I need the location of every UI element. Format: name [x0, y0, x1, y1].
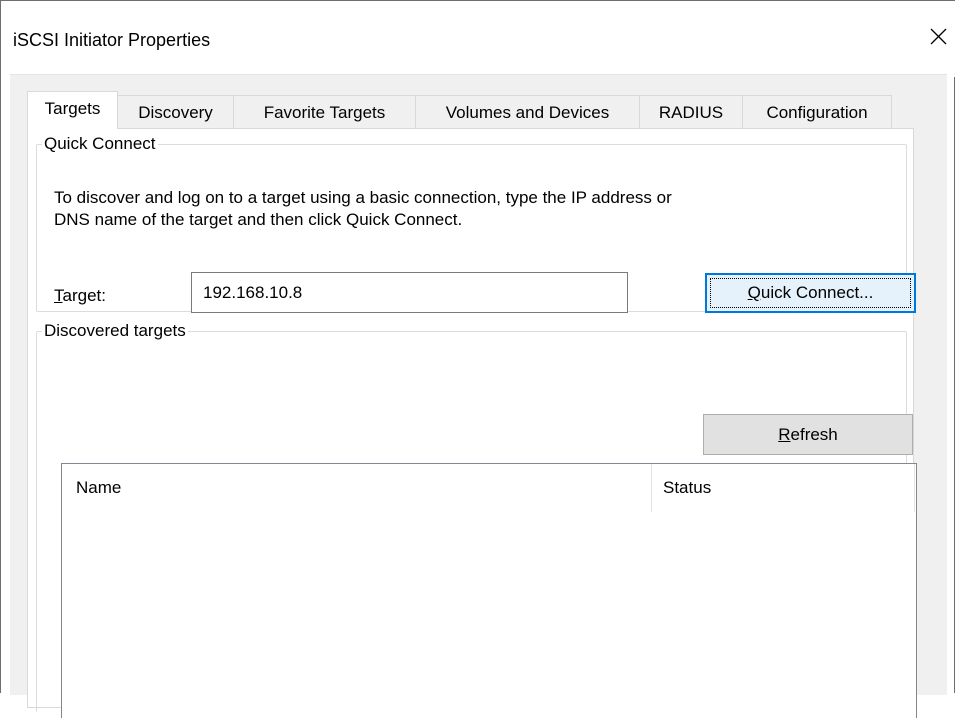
tab-volumes-and-devices[interactable]: Volumes and Devices [415, 95, 640, 128]
column-header-status[interactable]: Status [663, 478, 711, 498]
close-icon [930, 28, 947, 45]
quick-connect-description: To discover and log on to a target using… [54, 187, 894, 231]
tab-targets[interactable]: Targets [27, 91, 118, 129]
close-button[interactable] [910, 13, 956, 59]
refresh-button[interactable]: Refresh [703, 414, 913, 455]
quick-connect-description-line1: To discover and log on to a target using… [54, 188, 672, 207]
column-header-name[interactable]: Name [76, 478, 121, 498]
target-label: Target: [54, 286, 106, 305]
quick-connect-description-line2: DNS name of the target and then click Qu… [54, 210, 463, 229]
iscsi-initiator-dialog: iSCSI Initiator Properties Targets Disco… [0, 0, 956, 718]
quick-connect-button[interactable]: Quick Connect... [705, 273, 916, 313]
quick-connect-group: Quick Connect To discover and log on to … [36, 134, 916, 313]
tab-discovery[interactable]: Discovery [117, 95, 234, 128]
title-bar: iSCSI Initiator Properties [1, 1, 956, 77]
dialog-client-area: Targets Discovery Favorite Targets Volum… [10, 74, 947, 718]
tab-favorite-targets[interactable]: Favorite Targets [233, 95, 416, 128]
discovered-targets-legend: Discovered targets [44, 321, 186, 340]
tab-configuration[interactable]: Configuration [742, 95, 892, 128]
window-title: iSCSI Initiator Properties [13, 30, 211, 50]
column-separator[interactable] [651, 464, 652, 512]
discovered-targets-list[interactable]: Name Status [61, 463, 917, 718]
tab-radius[interactable]: RADIUS [639, 95, 743, 128]
refresh-button-label: Refresh [778, 425, 838, 444]
target-input[interactable] [191, 272, 628, 313]
quick-connect-legend: Quick Connect [44, 134, 156, 153]
column-separator-end[interactable] [914, 464, 915, 512]
